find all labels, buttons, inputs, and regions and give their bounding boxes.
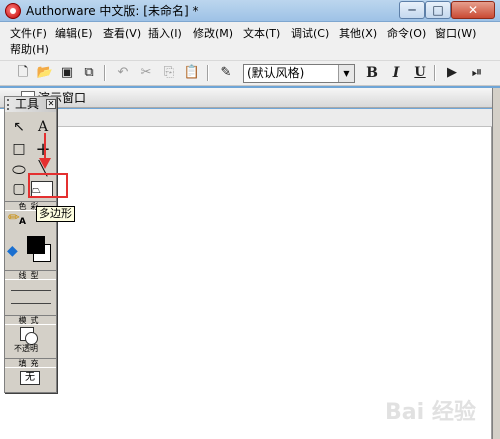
underline-button[interactable]: U bbox=[411, 64, 429, 82]
text-style-value: (默认风格) bbox=[247, 66, 305, 80]
fill-bucket-icon[interactable]: ◆ bbox=[7, 243, 18, 259]
line-tool[interactable]: + bbox=[33, 140, 53, 159]
rounded-rectangle-tool[interactable]: ▢ bbox=[9, 180, 29, 199]
tools-palette-titlebar[interactable]: 工具 ✕ bbox=[5, 97, 56, 112]
pointer-tool[interactable]: ↖ bbox=[9, 118, 29, 137]
polygon-tooltip: 多边形 bbox=[36, 206, 75, 222]
menu-file[interactable]: 文件(F) bbox=[7, 26, 50, 41]
fill-pattern-button[interactable]: 无 bbox=[20, 371, 40, 385]
maximize-button[interactable]: □ bbox=[425, 1, 451, 19]
section-line-label: 线型 bbox=[5, 270, 56, 280]
new-file-icon[interactable]: 🗋 bbox=[14, 64, 32, 82]
presentation-canvas[interactable] bbox=[0, 109, 492, 439]
open-folder-icon[interactable]: 📂 bbox=[36, 64, 54, 82]
copy-icon[interactable]: ⎘ bbox=[160, 64, 178, 82]
menu-edit[interactable]: 编辑(E) bbox=[52, 26, 96, 41]
mode-opaque-icon[interactable] bbox=[20, 327, 38, 345]
import-icon[interactable]: ⧉ bbox=[80, 64, 98, 82]
tools-palette[interactable]: 工具 ✕ ↖ A □ + ⬭ ╲ ▢ ⏢ 色彩 ✏ A ◆ 线型 模式 不透明 … bbox=[4, 96, 57, 393]
annotation-arrow bbox=[44, 133, 46, 161]
menu-view[interactable]: 查看(V) bbox=[100, 26, 144, 41]
section-mode-label: 模式 bbox=[5, 315, 56, 325]
ellipse-tool[interactable]: ⬭ bbox=[9, 160, 29, 179]
find-icon[interactable]: ✎ bbox=[217, 64, 235, 82]
drag-handle-icon[interactable] bbox=[7, 99, 12, 110]
title-bar: Authorware 中文版: [未命名] * ─ □ ✕ bbox=[0, 0, 500, 22]
control-panel-icon[interactable]: ⏯ bbox=[468, 64, 486, 82]
paste-icon[interactable]: 📋 bbox=[183, 64, 201, 82]
mode-value: 不透明 bbox=[14, 344, 38, 353]
text-color-label: A bbox=[19, 217, 26, 227]
menu-text[interactable]: 文本(T) bbox=[240, 26, 283, 41]
pencil-icon[interactable]: ✏ bbox=[8, 210, 20, 226]
undo-icon[interactable]: ↶ bbox=[114, 64, 132, 82]
presentation-window-header bbox=[56, 109, 492, 127]
text-tool[interactable]: A bbox=[33, 118, 53, 137]
authorware-app-icon bbox=[5, 3, 21, 19]
cut-icon[interactable]: ✂ bbox=[137, 64, 155, 82]
toolbar-separator bbox=[104, 65, 106, 81]
toolbar-separator bbox=[434, 65, 436, 81]
arrow-down-icon bbox=[39, 158, 51, 169]
menu-window[interactable]: 窗口(W) bbox=[432, 26, 479, 41]
window-frame bbox=[492, 88, 500, 439]
baidu-watermark: Bai 经验 bbox=[385, 400, 476, 425]
menu-bar: 文件(F) 编辑(E) 查看(V) 插入(I) 修改(M) 文本(T) 调试(C… bbox=[0, 22, 500, 60]
text-style-select[interactable]: (默认风格) ▼ bbox=[243, 64, 355, 83]
line-style-sample[interactable] bbox=[11, 290, 51, 291]
foreground-color-swatch[interactable] bbox=[27, 236, 45, 254]
tools-palette-title: 工具 bbox=[15, 97, 40, 111]
menu-help[interactable]: 帮助(H) bbox=[7, 42, 52, 57]
line-style-sample[interactable] bbox=[11, 303, 51, 304]
toolbar-separator bbox=[207, 65, 209, 81]
menu-modify[interactable]: 修改(M) bbox=[190, 26, 236, 41]
section-fill-label: 填充 bbox=[5, 358, 56, 368]
run-icon[interactable]: ▶ bbox=[443, 64, 461, 82]
close-icon[interactable]: ✕ bbox=[46, 99, 56, 109]
rectangle-tool[interactable]: □ bbox=[9, 140, 29, 159]
menu-other[interactable]: 其他(X) bbox=[336, 26, 380, 41]
close-button[interactable]: ✕ bbox=[451, 1, 495, 19]
toolbar: 🗋 📂 ▣ ⧉ ↶ ✂ ⎘ 📋 ✎ (默认风格) ▼ B I U ▶ ⏯ bbox=[0, 60, 500, 86]
bold-button[interactable]: B bbox=[363, 64, 381, 82]
menu-debug[interactable]: 调试(C) bbox=[288, 26, 332, 41]
menu-command[interactable]: 命令(O) bbox=[384, 26, 429, 41]
save-all-icon[interactable]: ▣ bbox=[58, 64, 76, 82]
menu-insert[interactable]: 插入(I) bbox=[145, 26, 185, 41]
presentation-window-titlebar: 演示窗口 bbox=[0, 88, 500, 108]
annotation-highlight-box bbox=[28, 173, 68, 198]
window-title: Authorware 中文版: [未命名] * bbox=[26, 4, 199, 18]
chevron-down-icon[interactable]: ▼ bbox=[338, 65, 354, 82]
italic-button[interactable]: I bbox=[387, 64, 405, 82]
minimize-button[interactable]: ─ bbox=[399, 1, 425, 19]
